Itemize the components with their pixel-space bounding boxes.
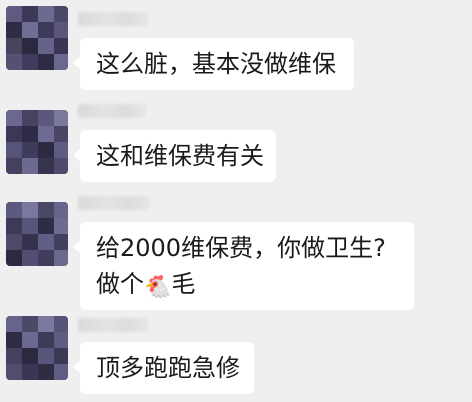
avatar[interactable] [6, 110, 68, 174]
message-bubble[interactable]: 顶多跑跑急修 [73, 342, 254, 394]
message-text: 给2000维保费，你做卫生? [96, 234, 386, 262]
rooster-emoji-icon: 🐔 [144, 275, 172, 300]
sender-name-blurred [78, 318, 148, 332]
avatar[interactable] [6, 202, 68, 266]
sender-name-blurred [78, 196, 150, 210]
sender-name-blurred [78, 12, 148, 26]
chat-conversation: 这么脏，基本没做维保 这和维保费有关 给2000维保费，你做卫生? 做个🐔毛 顶… [0, 0, 472, 402]
message-bubble[interactable]: 这么脏，基本没做维保 [73, 38, 354, 90]
sender-name-blurred [78, 104, 146, 118]
message-text: 这和维保费有关 [96, 142, 264, 170]
message-text-after-emoji: 毛 [171, 270, 196, 298]
message-text: 这么脏，基本没做维保 [96, 50, 336, 78]
avatar[interactable] [6, 316, 68, 380]
message-text-line-2: 做个🐔毛 [96, 266, 400, 302]
message-text: 顶多跑跑急修 [96, 354, 240, 382]
message-bubble[interactable]: 这和维保费有关 [73, 130, 276, 182]
message-bubble[interactable]: 给2000维保费，你做卫生? 做个🐔毛 [73, 222, 414, 310]
avatar[interactable] [6, 6, 68, 70]
message-text-before-emoji: 做个 [96, 270, 144, 298]
